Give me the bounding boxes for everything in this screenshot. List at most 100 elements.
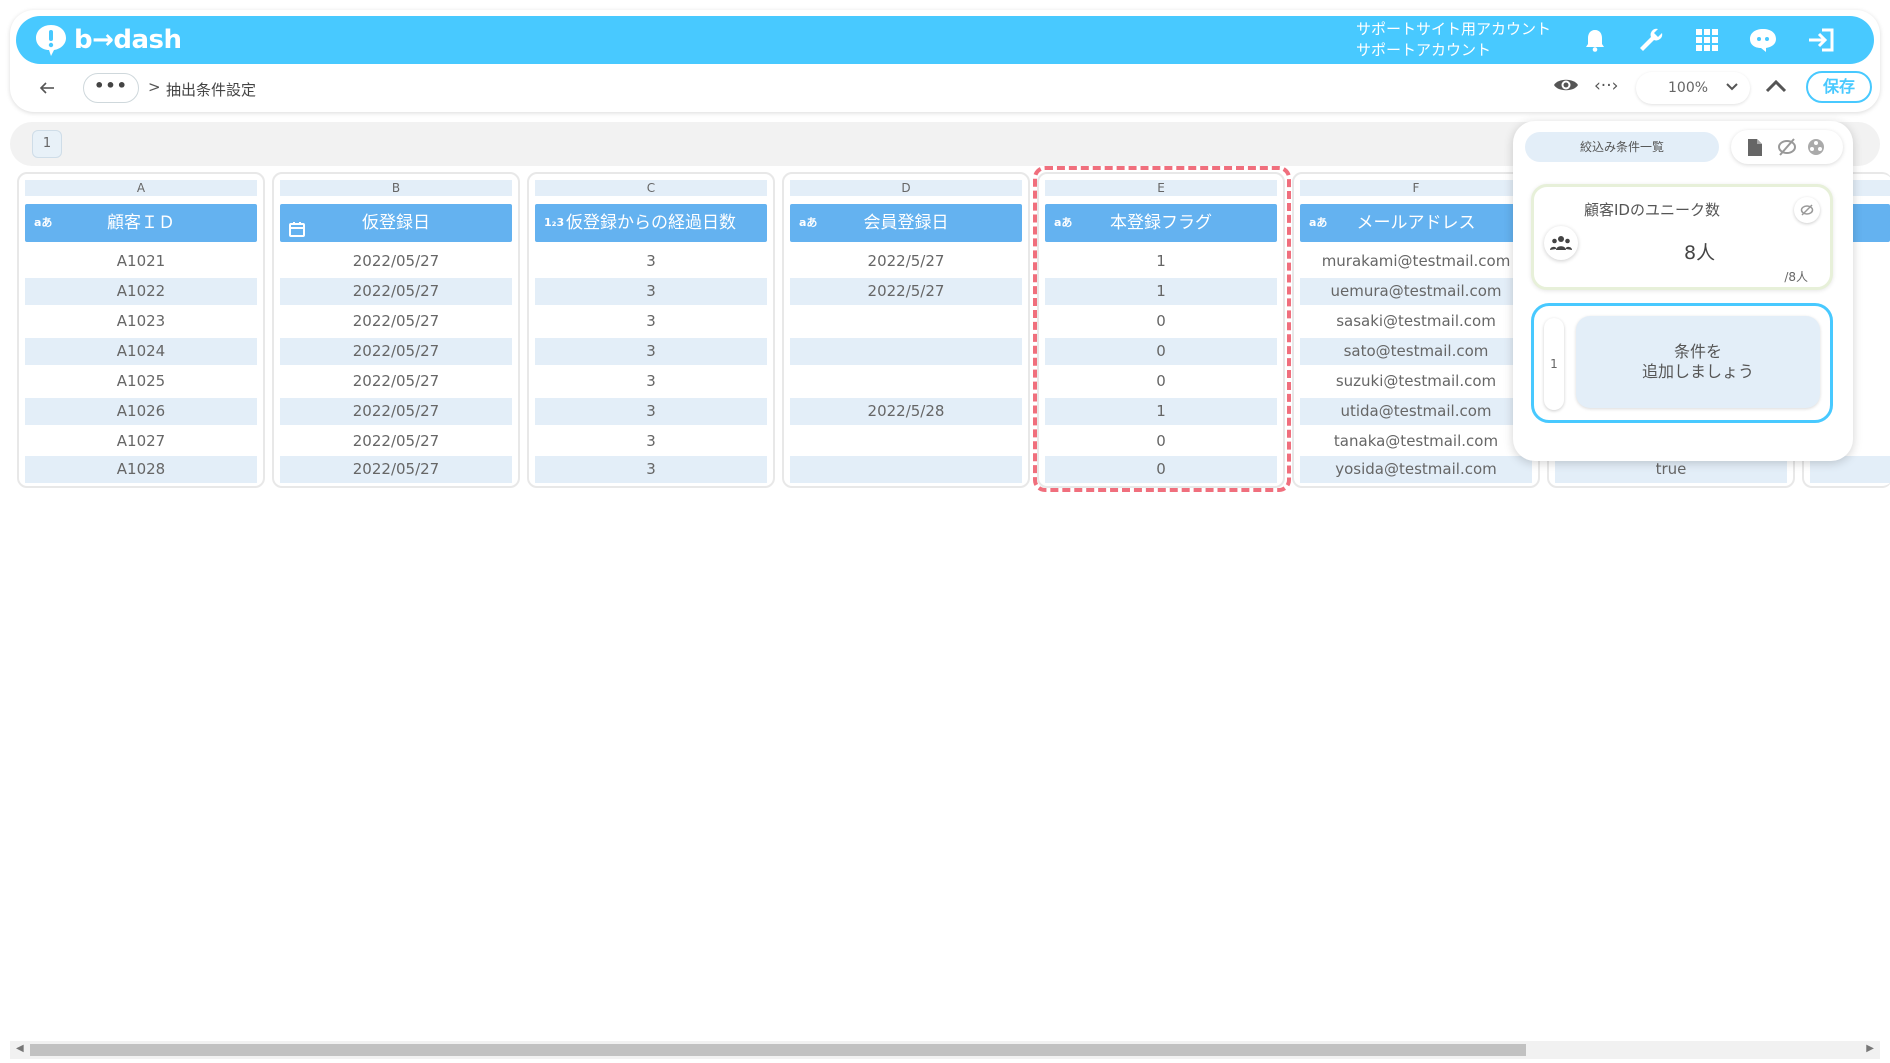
text-type-icon: aあ — [1054, 216, 1073, 229]
column-card-b[interactable]: B 仮登録日 2022/05/27 2022/05/27 2022/05/27 … — [272, 172, 520, 488]
panel-toolbar — [1731, 130, 1843, 164]
document-icon[interactable] — [1747, 138, 1763, 161]
table-cell: yosida@testmail.com — [1300, 456, 1532, 483]
column-header[interactable]: aあ メールアドレス — [1300, 204, 1532, 242]
table-cell: 2022/05/27 — [352, 432, 440, 450]
zoom-select[interactable]: 100% — [1636, 72, 1750, 104]
support-chat-icon[interactable] — [1748, 25, 1778, 55]
table-cell: 2022/5/27 — [867, 252, 945, 270]
scroll-left-arrow-icon[interactable]: ◀ — [16, 1043, 24, 1054]
column-header[interactable]: aあ 顧客ＩＤ — [25, 204, 257, 242]
column-card-a[interactable]: A aあ 顧客ＩＤ A1021 A1022 A1023 A1024 A1025 … — [17, 172, 265, 488]
account-info[interactable]: サポートサイト用アカウント サポートアカウント — [1356, 19, 1551, 61]
table-cell: 2022/05/27 — [280, 398, 512, 425]
logo-text: b→dash — [74, 25, 182, 55]
settings-circle-icon[interactable] — [1807, 138, 1825, 160]
table-cell: 0 — [1045, 456, 1277, 483]
text-type-icon: aあ — [34, 216, 53, 229]
column-letter: C — [535, 180, 767, 196]
account-user: サポートアカウント — [1356, 41, 1492, 59]
page-title: 抽出条件設定 — [166, 81, 257, 99]
save-button[interactable]: 保存 — [1806, 71, 1872, 103]
wrench-icon[interactable] — [1636, 25, 1666, 55]
column-card-e[interactable]: E aあ 本登録フラグ 1 1 0 0 0 1 0 0 — [1037, 172, 1285, 488]
table-cell — [790, 308, 1022, 335]
add-condition-card[interactable]: 1 条件を 追加しましょう — [1531, 303, 1833, 423]
table-cell: A1021 — [116, 252, 166, 270]
horizontal-scrollbar[interactable]: ◀ ▶ — [10, 1041, 1880, 1059]
table-cell: 2022/5/28 — [790, 398, 1022, 425]
column-card-d[interactable]: D aあ 会員登録日 2022/5/27 2022/5/27 2022/5/28 — [782, 172, 1030, 488]
top-bar: b→dash サポートサイト用アカウント サポートアカウント — [16, 16, 1874, 64]
table-cell: 3 — [535, 398, 767, 425]
table-cell: 3 — [646, 432, 656, 450]
column-header[interactable]: aあ 本登録フラグ — [1045, 204, 1277, 242]
scrollbar-thumb[interactable] — [30, 1044, 1526, 1056]
chevron-down-icon — [1726, 72, 1738, 104]
column-header-label: メールアドレス — [1356, 213, 1476, 233]
table-cell: 0 — [1156, 432, 1166, 450]
table-cell: 0 — [1156, 312, 1166, 330]
logout-icon[interactable] — [1806, 25, 1836, 55]
breadcrumb-separator: > — [148, 78, 161, 96]
table-cell: 2022/05/27 — [280, 338, 512, 365]
column-card-f[interactable]: F aあ メールアドレス murakami@testmail.com uemur… — [1292, 172, 1540, 488]
people-icon — [1544, 226, 1578, 260]
column-header[interactable]: 仮登録日 — [280, 204, 512, 242]
table-cell: A1026 — [25, 398, 257, 425]
column-header[interactable]: aあ 会員登録日 — [790, 204, 1022, 242]
column-header-label: 仮登録日 — [362, 213, 430, 233]
table-cell: 2022/05/27 — [280, 278, 512, 305]
code-view-icon[interactable]: ‹··› — [1594, 76, 1618, 96]
breadcrumb-more-button[interactable]: ••• — [83, 73, 139, 103]
filter-panel: 絞込み条件一覧 顧客IDのユニーク数 8人 /8人 1 条件を 追加しましょう — [1513, 121, 1853, 461]
text-type-icon: aあ — [799, 216, 818, 229]
condition-index: 1 — [1544, 318, 1564, 410]
add-condition-line1: 条件を — [1673, 342, 1722, 361]
column-letter: E — [1045, 180, 1277, 196]
table-cell: A1028 — [25, 456, 257, 483]
logo[interactable]: b→dash — [34, 22, 182, 58]
column-letter: B — [280, 180, 512, 196]
table-cell: sato@testmail.com — [1300, 338, 1532, 365]
add-condition-button[interactable]: 条件を 追加しましょう — [1576, 316, 1820, 408]
apps-grid-icon[interactable] — [1692, 25, 1722, 55]
unique-count-label: 顧客IDのユニーク数 — [1584, 201, 1720, 219]
column-letter: F — [1300, 180, 1532, 196]
table-cell: sasaki@testmail.com — [1336, 312, 1496, 330]
logo-bubble-icon — [36, 25, 66, 56]
table-cell: A1023 — [116, 312, 166, 330]
table-cell: 2022/5/27 — [790, 278, 1022, 305]
table-cell: tanaka@testmail.com — [1333, 432, 1499, 450]
table-cell: utida@testmail.com — [1300, 398, 1532, 425]
column-letter: A — [25, 180, 257, 196]
chevron-up-icon[interactable] — [1765, 78, 1787, 97]
back-arrow-icon[interactable] — [36, 77, 58, 99]
table-cell: 0 — [1156, 372, 1166, 390]
table-cell: 1 — [1045, 278, 1277, 305]
preview-eye-icon[interactable] — [1553, 76, 1579, 98]
table-cell: A1025 — [116, 372, 166, 390]
visibility-off-icon[interactable] — [1794, 197, 1820, 223]
table-cell: 3 — [535, 338, 767, 365]
table-cell: 3 — [646, 312, 656, 330]
scroll-right-arrow-icon[interactable]: ▶ — [1866, 1043, 1874, 1054]
sheet-tab-1[interactable]: 1 — [32, 130, 62, 158]
table-cell: 2022/05/27 — [352, 252, 440, 270]
zoom-value: 100% — [1668, 80, 1709, 96]
text-type-icon: aあ — [1309, 216, 1328, 229]
column-card-c[interactable]: C 1₂3 仮登録からの経過日数 3 3 3 3 3 3 3 3 — [527, 172, 775, 488]
visibility-off-icon[interactable] — [1777, 138, 1797, 160]
table-cell: 3 — [646, 252, 656, 270]
unique-count-card[interactable]: 顧客IDのユニーク数 8人 /8人 — [1531, 184, 1833, 290]
column-letter: D — [790, 180, 1022, 196]
table-cell: 3 — [535, 278, 767, 305]
table-cell: 1 — [1156, 252, 1166, 270]
unique-count-total: /8人 — [1784, 270, 1808, 284]
unique-count-value: 8人 — [1684, 242, 1716, 264]
column-header[interactable]: 1₂3 仮登録からの経過日数 — [535, 204, 767, 242]
column-header-label: 顧客ＩＤ — [107, 213, 175, 233]
bell-icon[interactable] — [1580, 25, 1610, 55]
filter-list-tab[interactable]: 絞込み条件一覧 — [1525, 132, 1719, 162]
column-header-label: 会員登録日 — [863, 213, 949, 233]
